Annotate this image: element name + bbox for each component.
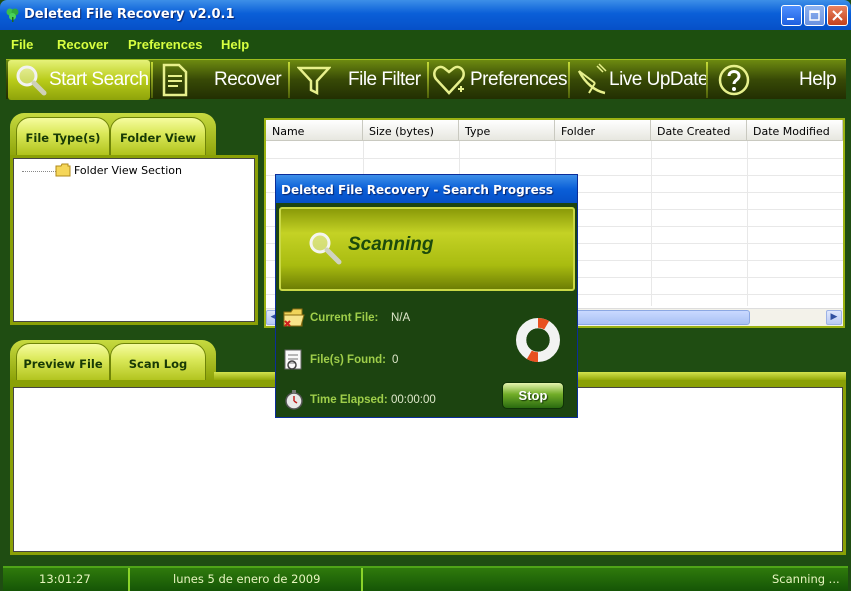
window-title: Deleted File Recovery v2.0.1 [24,7,235,22]
magnifier-icon [309,232,342,265]
status-date: lunes 5 de enero de 2009 [173,572,321,586]
help-label: Help [799,69,837,90]
folder-view-panel: Folder View Section [10,155,258,325]
toolbar-separator [288,62,290,98]
scanning-banner: Scanning [279,207,575,291]
maximize-icon [809,10,820,21]
tab-folder-view[interactable]: Folder View [110,117,206,157]
toolbar-separator [151,62,153,98]
menu-preferences[interactable]: Preferences [128,37,202,52]
grid-line [747,141,748,306]
heart-icon [433,65,465,95]
search-progress-dialog: Deleted File Recovery - Search Progress … [275,174,578,418]
preferences-button[interactable]: Preferences [430,60,568,100]
menu-recover[interactable]: Recover [57,37,108,52]
column-header-date-modified[interactable]: Date Modified [747,120,843,141]
time-elapsed-label: Time Elapsed: [310,394,388,406]
status-bar: 13:01:27 lunes 5 de enero de 2009 Scanni… [3,566,848,591]
status-time: 13:01:27 [39,572,91,586]
recover-button[interactable]: Recover [154,60,288,100]
grid-line [651,141,652,306]
tab-preview-file[interactable]: Preview File [16,343,110,383]
document-icon [162,63,188,97]
file-filter-label: File Filter [348,69,421,90]
current-file-label: Current File: [310,312,379,324]
scroll-right-button[interactable]: ▶ [826,310,842,325]
tree-item-root[interactable]: Folder View Section [74,164,182,177]
live-update-button[interactable]: Live UpDate [571,60,709,100]
files-found-value: 0 [392,354,399,366]
stopwatch-icon [285,390,303,410]
tree-connector [22,171,56,172]
close-icon [832,10,843,21]
current-file-value: N/A [391,312,411,324]
toolbar: Start Search Recover File Filter Prefere… [6,59,846,100]
preferences-label: Preferences [470,69,567,90]
app-icon [6,8,19,22]
column-header-size[interactable]: Size (bytes) [363,120,459,141]
close-button[interactable] [827,5,848,26]
minimize-icon [787,18,794,20]
start-search-button[interactable]: Start Search [8,60,150,100]
folder-open-icon [283,308,305,327]
menu-bar: File Recover Preferences Help [0,30,851,58]
column-header-name[interactable]: Name [266,120,363,141]
tab-folder-view-label: Folder View [119,131,196,145]
live-update-label: Live UpDate [609,69,709,90]
toolbar-separator [706,62,708,98]
status-separator [361,568,363,591]
status-separator [128,568,130,591]
title-bar[interactable]: Deleted File Recovery v2.0.1 [0,0,851,30]
folder-tree[interactable]: Folder View Section [13,158,255,322]
status-state: Scanning ... [772,572,840,586]
scanning-label: Scanning [348,234,434,255]
time-elapsed-value: 00:00:00 [391,394,436,406]
satellite-dish-icon [577,63,607,95]
tab-scan-log-label: Scan Log [128,357,188,371]
magnifier-icon [16,65,47,96]
toolbar-separator [427,62,429,98]
tab-preview-file-label: Preview File [23,357,103,371]
tab-file-types[interactable]: File Type(s) [16,117,110,157]
stop-button[interactable]: Stop [502,382,564,409]
column-header-date-created[interactable]: Date Created [651,120,747,141]
tab-scan-log[interactable]: Scan Log [110,343,206,383]
start-search-label: Start Search [49,69,149,90]
tab-file-types-label: File Type(s) [25,131,101,145]
files-found-icon [284,349,302,370]
question-icon [718,64,750,96]
maximize-button[interactable] [804,5,825,26]
help-button[interactable]: Help [709,60,843,100]
file-filter-button[interactable]: File Filter [291,60,427,100]
lifebuoy-icon [516,318,560,362]
dialog-title[interactable]: Deleted File Recovery - Search Progress [276,175,577,203]
column-header-type[interactable]: Type [459,120,555,141]
toolbar-separator [568,62,570,98]
folder-icon [55,163,71,177]
menu-file[interactable]: File [11,37,33,52]
minimize-button[interactable] [781,5,802,26]
menu-help[interactable]: Help [221,37,249,52]
funnel-icon [297,66,331,96]
column-header-folder[interactable]: Folder [555,120,651,141]
files-found-label: File(s) Found: [310,354,387,366]
recover-label: Recover [214,69,282,90]
